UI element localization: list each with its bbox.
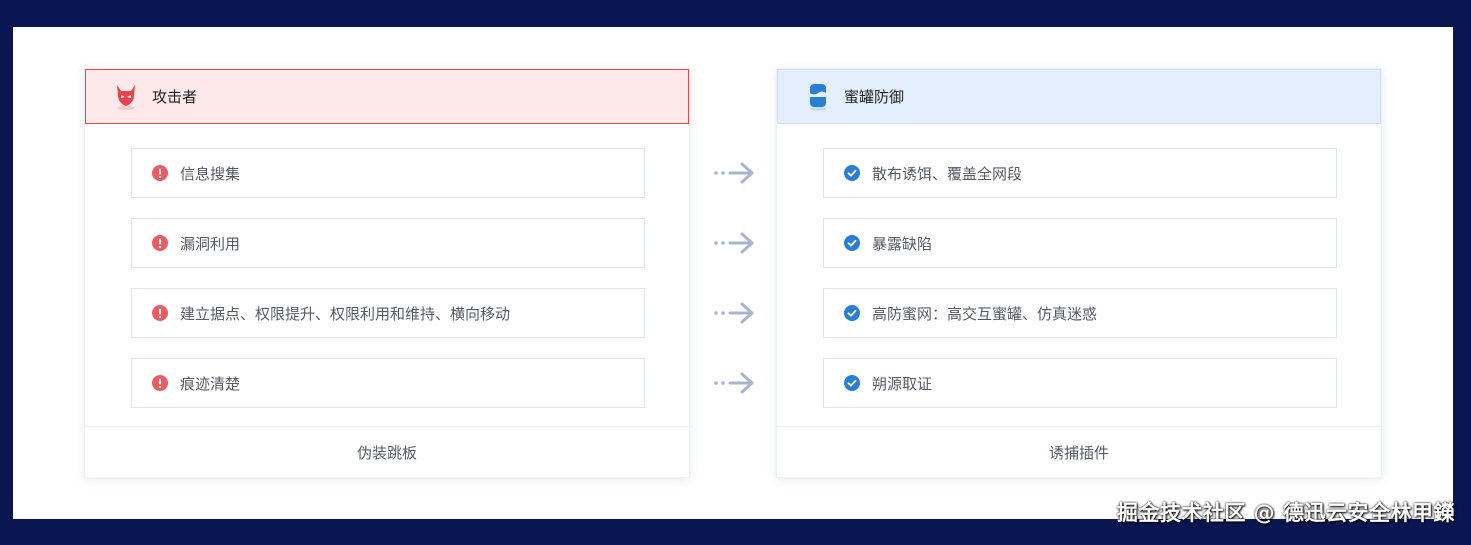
- diagram-canvas: 攻击者 信息搜集 漏洞利用 建立据点、权限提升、权限利用和维持、横向移动 痕迹清…: [13, 27, 1453, 519]
- attacker-item-label: 建立据点、权限提升、权限利用和维持、横向移动: [180, 304, 511, 323]
- exclamation-circle-icon: [152, 305, 168, 321]
- defense-footer: 诱捕插件: [777, 426, 1381, 477]
- attacker-item-label: 信息搜集: [180, 164, 241, 183]
- attacker-item: 信息搜集: [131, 148, 645, 198]
- exclamation-circle-icon: [152, 375, 168, 391]
- check-circle-icon: [844, 165, 860, 181]
- attacker-item-label: 痕迹清楚: [180, 374, 241, 393]
- attacker-item: 建立据点、权限提升、权限利用和维持、横向移动: [131, 288, 645, 338]
- watermark: 掘金技术社区 @ 德迅云安全林甲鑅: [1116, 501, 1455, 525]
- attacker-footer: 伪装跳板: [85, 426, 689, 477]
- attacker-item: 漏洞利用: [131, 218, 645, 268]
- dotted-arrow-right-icon: [714, 162, 754, 184]
- defense-item-label: 高防蜜网：高交互蜜罐、仿真迷惑: [872, 304, 1098, 323]
- defense-item-label: 暴露缺陷: [872, 234, 933, 253]
- defense-title: 蜜罐防御: [844, 88, 905, 106]
- attacker-item-label: 漏洞利用: [180, 234, 241, 253]
- defense-item: 散布诱饵、覆盖全网段: [823, 148, 1337, 198]
- attacker-items: 信息搜集 漏洞利用 建立据点、权限提升、权限利用和维持、横向移动 痕迹清楚: [131, 148, 645, 428]
- check-circle-icon: [844, 375, 860, 391]
- exclamation-circle-icon: [152, 165, 168, 181]
- attacker-title: 攻击者: [152, 88, 198, 106]
- defense-item-label: 散布诱饵、覆盖全网段: [872, 164, 1023, 183]
- exclamation-circle-icon: [152, 235, 168, 251]
- devil-mask-icon: [117, 84, 135, 110]
- dotted-arrow-right-icon: [714, 372, 754, 394]
- attacker-panel: 攻击者 信息搜集 漏洞利用 建立据点、权限提升、权限利用和维持、横向移动 痕迹清…: [84, 68, 690, 478]
- defense-item: 朔源取证: [823, 358, 1337, 408]
- defense-items: 散布诱饵、覆盖全网段 暴露缺陷 高防蜜网：高交互蜜罐、仿真迷惑 朔源取证: [823, 148, 1337, 428]
- defense-item-label: 朔源取证: [872, 374, 933, 393]
- defense-item: 暴露缺陷: [823, 218, 1337, 268]
- check-circle-icon: [844, 305, 860, 321]
- dotted-arrow-right-icon: [714, 302, 754, 324]
- defense-header: 蜜罐防御: [777, 69, 1381, 124]
- dotted-arrow-right-icon: [714, 232, 754, 254]
- honeypot-jar-icon: [810, 83, 826, 111]
- check-circle-icon: [844, 235, 860, 251]
- defense-item: 高防蜜网：高交互蜜罐、仿真迷惑: [823, 288, 1337, 338]
- defense-panel: 蜜罐防御 散布诱饵、覆盖全网段 暴露缺陷 高防蜜网：高交互蜜罐、仿真迷惑 朔源取…: [776, 68, 1382, 478]
- attacker-item: 痕迹清楚: [131, 358, 645, 408]
- attacker-header: 攻击者: [85, 69, 689, 124]
